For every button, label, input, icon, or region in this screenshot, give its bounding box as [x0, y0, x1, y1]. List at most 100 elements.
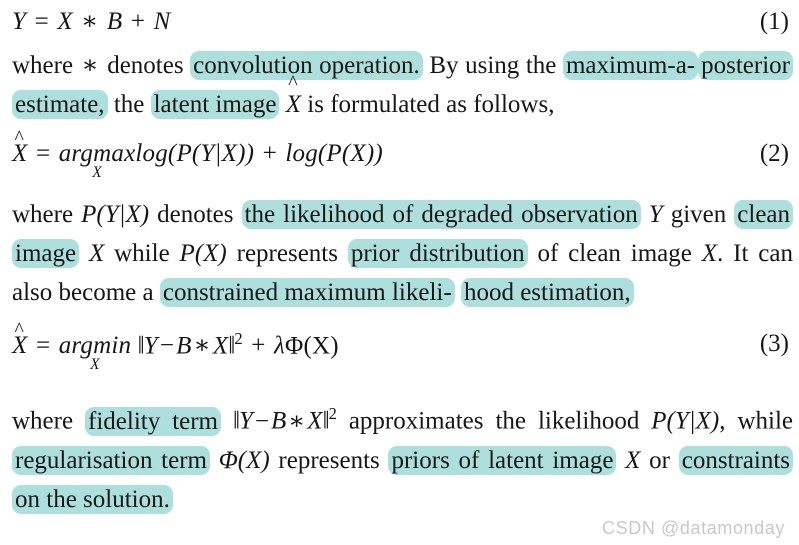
- p2-text-6: while: [104, 239, 180, 267]
- p2-text-2: denotes: [149, 200, 242, 228]
- p3-math-phi: Φ(X): [218, 446, 270, 474]
- p1-convolution-symbol: ∗: [81, 52, 99, 79]
- p1-highlight-latent-image: latent image: [150, 90, 280, 119]
- p1-x-hat: ^ X: [285, 73, 302, 124]
- p3-minus: −: [254, 407, 270, 435]
- p1-x-hat-base: X: [285, 91, 302, 118]
- eq3-convolution-operator: ∗: [193, 331, 211, 359]
- p2-highlight-hood-estimation: hood estimation,: [460, 277, 634, 307]
- equation-2-body: ^ X = argmax Xlog(P(Y|X)) + log(P(X)): [12, 128, 383, 181]
- p2-math-y: Y: [648, 200, 663, 228]
- p3-text-6: represents: [269, 446, 389, 474]
- eq3-y: Y: [143, 331, 158, 359]
- csdn-watermark: CSDN @datamonday: [602, 518, 785, 538]
- p3-y: Y: [239, 407, 253, 435]
- p3-math-likelihood: P(Y|X): [651, 407, 720, 435]
- p1-text-2: denotes: [100, 52, 191, 79]
- eq3-plus: +: [251, 331, 266, 359]
- equation-1-number: (1): [759, 8, 789, 35]
- eq2-argmax-limit: X: [92, 164, 102, 182]
- eq3-x: X: [212, 331, 229, 359]
- eq3-argmin: argmin X: [59, 333, 132, 373]
- p3-x-norm: X: [307, 407, 323, 435]
- eq2-term-1: log(P(Y|X)): [135, 140, 255, 167]
- p3-text-1: where: [12, 407, 86, 435]
- eq1-convolution-operator: ∗: [81, 8, 99, 35]
- p2-text-1: where: [12, 200, 82, 228]
- equation-3-row: ^ X = argmin X ‖Y−B∗X‖2 + λΦ(X) (3): [0, 320, 799, 373]
- equation-1-body: Y = X ∗ B + N: [12, 8, 171, 35]
- eq1-b: B: [106, 8, 123, 35]
- p2-highlight-constrained-maximum-likeli: constrained maximum likeli-: [159, 277, 455, 307]
- eq2-equals: =: [35, 140, 51, 167]
- p1-text-1: where: [12, 52, 80, 79]
- eq1-plus: +: [130, 8, 146, 35]
- eq2-max: max: [93, 140, 136, 167]
- p3-b: B: [271, 407, 287, 435]
- paragraph-3: where fidelity term ‖Y−B∗X‖2 approximate…: [0, 394, 799, 518]
- p3-highlight-priors-latent-image: priors of latent image: [388, 445, 617, 475]
- eq3-x-hat: ^ X: [12, 320, 27, 359]
- eq3-arg: arg: [58, 331, 94, 359]
- p3-exponent: 2: [328, 404, 337, 424]
- eq1-equals: =: [34, 8, 49, 35]
- eq2-term-2: log(P(X)): [285, 140, 383, 167]
- equation-3-number: (3): [759, 329, 789, 357]
- p2-math-likelihood: P(Y|X): [81, 200, 150, 228]
- eq1-x: X: [57, 8, 73, 35]
- eq3-lambda: λ: [274, 331, 286, 359]
- eq3-b: B: [176, 331, 192, 359]
- p3-space-1: [221, 408, 233, 435]
- eq2-x-hat: ^ X: [12, 128, 27, 167]
- p2-space-2: [79, 240, 89, 267]
- p2-highlight-likelihood-degraded-observation: the likelihood of degraded observation: [241, 199, 641, 229]
- p1-text-7: is formulated as follows,: [301, 91, 555, 118]
- eq2-argmax: argmax X: [59, 141, 136, 181]
- p1-text-5: the: [107, 91, 151, 118]
- equation-1-row: Y = X ∗ B + N (1): [0, 8, 799, 35]
- p1-highlight-estimate: estimate,: [12, 90, 108, 119]
- p2-text-4: given: [662, 200, 735, 228]
- p3-highlight-regularisation-term: regularisation term: [12, 445, 210, 475]
- p3-highlight-fidelity-term: fidelity term: [85, 406, 222, 436]
- eq3-min: min: [93, 331, 132, 359]
- p3-convolution-operator: ∗: [288, 407, 306, 435]
- paragraph-1: where ∗ denotes convolution operation. B…: [0, 46, 799, 124]
- eq3-argmin-head: argmin: [59, 333, 132, 358]
- p2-math-prior: P(X): [179, 239, 227, 267]
- eq3-x-hat-caret: ^: [14, 318, 25, 341]
- p3-math-x: X: [625, 446, 641, 474]
- p1-x-hat-caret: ^: [288, 72, 298, 94]
- p1-text-3: By using the: [422, 52, 563, 79]
- eq3-exponent: 2: [234, 328, 243, 348]
- equation-3-body: ^ X = argmin X ‖Y−B∗X‖2 + λΦ(X): [12, 320, 339, 373]
- equation-2-row: ^ X = argmax Xlog(P(Y|X)) + log(P(X)) (2): [0, 128, 799, 181]
- paragraph-2: where P(Y|X) denotes the likelihood of d…: [0, 195, 799, 312]
- p3-space-2: [210, 447, 219, 474]
- eq2-argmax-head: argmax: [59, 141, 136, 166]
- p3-space-3: [616, 447, 625, 474]
- eq3-minus: −: [159, 331, 175, 359]
- p2-math-x-1: X: [88, 239, 105, 267]
- eq3-argmin-limit: X: [90, 355, 100, 373]
- eq2-x-hat-caret: ^: [14, 127, 25, 149]
- eq2-arg: arg: [58, 140, 94, 167]
- p2-space-1: [641, 201, 649, 228]
- document-page: Y = X ∗ B + N (1) where ∗ denotes convol…: [0, 8, 799, 545]
- p2-text-8: of clean image: [527, 239, 702, 267]
- p2-text-7: represents: [226, 239, 348, 267]
- eq1-lhs: Y: [12, 8, 27, 35]
- eq2-plus: +: [262, 140, 277, 167]
- p3-text-4: , while: [719, 407, 793, 435]
- eq3-phi: Φ(X): [285, 331, 339, 359]
- p3-text-3: approximates the likelihood: [336, 407, 652, 435]
- p1-highlight-maximum-a: maximum-a-: [562, 51, 699, 80]
- p1-highlight-convolution-operation: convolution operation.: [190, 51, 423, 80]
- eq1-n: N: [153, 8, 171, 35]
- p2-highlight-prior-distribution: prior distribution: [347, 238, 528, 268]
- p1-highlight-posterior: posterior: [698, 51, 793, 80]
- p3-text-8: or: [640, 446, 679, 474]
- equation-2-number: (2): [759, 140, 789, 167]
- p2-math-x-2: X: [701, 239, 718, 267]
- eq3-equals: =: [35, 331, 51, 359]
